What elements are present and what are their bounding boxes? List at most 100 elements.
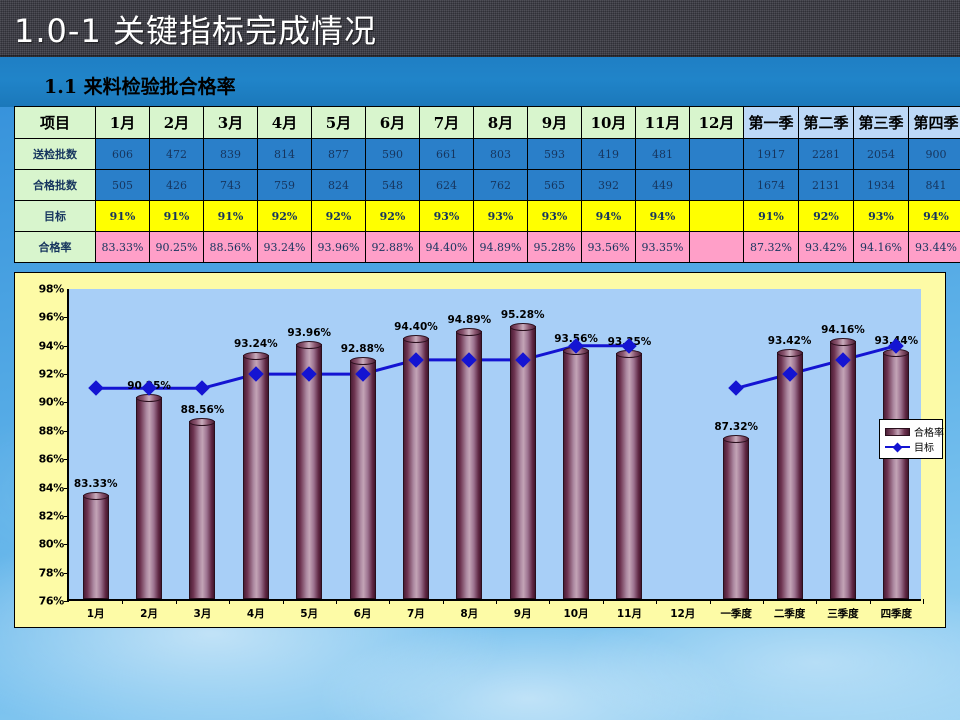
x-axis-tick-label: 2月 <box>140 608 158 620</box>
table-cell: 803 <box>473 138 528 170</box>
chart-bar <box>616 349 643 599</box>
table-column-header: 12月 <box>689 106 744 139</box>
x-axis-tick-mark <box>229 599 231 604</box>
title-bar: 1.0-1 关键指标完成情况 <box>0 0 960 57</box>
table-cell: 94% <box>908 200 960 232</box>
x-axis-tick-mark <box>816 599 818 604</box>
table-cell: 93.96% <box>311 231 366 263</box>
legend-label-line: 目标 <box>914 443 934 454</box>
x-axis-tick-label: 7月 <box>407 608 425 620</box>
table-cell: 91% <box>95 200 150 232</box>
table-corner-header: 项目 <box>14 106 96 139</box>
x-axis-tick-label: 一季度 <box>720 608 752 620</box>
table-row: 目标 91% 91% 91% 92% 92% 92% 93% 93% 93% 94% 94% 91% 92… <box>14 200 960 232</box>
x-axis-tick-mark <box>762 599 764 604</box>
bar-data-label: 88.56% <box>180 403 225 416</box>
table-column-header: 6月 <box>365 106 420 139</box>
legend-item-bar: 合格率 <box>885 424 944 439</box>
y-axis-tick-label: 78% <box>38 566 65 580</box>
table-cell <box>689 169 744 201</box>
table-cell: 93% <box>419 200 474 232</box>
table-cell: 1917 <box>743 138 799 170</box>
pass-rate-chart: 98% 96% 94% 92% 90% 88% 86% 84% 82% 80% 78% 76% 1月 2月… <box>14 272 946 628</box>
table-cell: 839 <box>203 138 258 170</box>
table-cell: 93.44% <box>908 231 960 263</box>
bar-data-label: 83.33% <box>73 478 118 491</box>
table-cell <box>689 138 744 170</box>
table-row-label: 合格批数 <box>14 169 96 201</box>
section-subtitle: 1.1 来料检验批合格率 <box>44 76 236 98</box>
target-line-segment <box>735 344 897 390</box>
x-axis-tick-mark <box>496 599 497 604</box>
x-axis-tick-label: 10月 <box>563 608 589 620</box>
x-axis-tick-label: 5月 <box>300 608 319 620</box>
legend-label-bar: 合格率 <box>914 428 944 439</box>
table-cell: 2281 <box>798 138 854 170</box>
x-axis-tick-label: 9月 <box>513 608 532 620</box>
table-row: 合格批数 505 426 743 759 824 548 624 762 565 392 449 167… <box>14 169 960 201</box>
x-axis-tick-mark <box>869 599 871 604</box>
chart-bar <box>723 435 750 599</box>
y-axis-tick-label: 94% <box>38 339 65 353</box>
table-column-header: 11月 <box>635 106 690 139</box>
bar-data-label: 92.88% <box>340 342 385 355</box>
bar-data-label: 93.24% <box>233 337 278 350</box>
y-axis-tick-mark <box>64 544 69 546</box>
y-axis-tick-label: 86% <box>38 452 65 466</box>
chart-bar <box>883 348 910 599</box>
chart-bar <box>136 393 163 599</box>
table-cell: 95.28% <box>527 231 582 263</box>
chart-bar <box>296 341 323 599</box>
table-cell: 419 <box>581 138 636 170</box>
bar-swatch-icon <box>885 427 910 436</box>
x-axis-tick-label: 四季度 <box>880 608 913 620</box>
table-cell: 900 <box>908 138 960 170</box>
x-axis-tick-label: 1月 <box>86 608 105 620</box>
table-cell: 472 <box>149 138 204 170</box>
bar-data-label: 94.40% <box>394 321 438 334</box>
table-column-header: 9月 <box>527 106 582 139</box>
table-cell: 93.35% <box>635 231 690 263</box>
page-title: 1.0-1 关键指标完成情况 <box>14 12 377 50</box>
bar-data-label: 87.32% <box>714 421 759 434</box>
table-column-header: 第三季 <box>853 106 909 139</box>
table-column-header: 7月 <box>419 106 474 139</box>
y-axis-tick-label: 96% <box>38 310 65 324</box>
table-column-header: 第二季 <box>798 106 854 139</box>
x-axis-tick-mark <box>175 599 177 604</box>
table-cell: 93% <box>473 200 528 232</box>
bar-data-label: 94.16% <box>821 324 865 337</box>
x-axis-tick-label: 8月 <box>460 608 479 620</box>
table-column-header: 10月 <box>581 106 636 139</box>
y-axis-tick-label: 90% <box>38 395 65 409</box>
table-cell <box>689 231 744 263</box>
chart-plot-area: 98% 96% 94% 92% 90% 88% 86% 84% 82% 80% 78% 76% 1月 2月… <box>39 283 924 620</box>
table-cell: 392 <box>581 169 636 201</box>
x-axis-tick-label: 3月 <box>193 608 212 620</box>
y-axis-tick-mark <box>64 317 69 319</box>
table-cell: 661 <box>419 138 474 170</box>
y-axis-tick-label: 92% <box>38 367 65 381</box>
table-cell: 92.88% <box>365 231 420 263</box>
table-cell: 92% <box>798 200 854 232</box>
table-cell: 91% <box>203 200 258 232</box>
table-cell: 92% <box>257 200 312 232</box>
table-cell: 92% <box>365 200 420 232</box>
y-axis-tick-mark <box>64 374 69 376</box>
table-cell: 92% <box>311 200 366 232</box>
table-column-header: 8月 <box>473 106 528 139</box>
y-axis-tick-label: 80% <box>38 537 65 551</box>
table-cell: 481 <box>635 138 690 170</box>
table-cell: 94.16% <box>853 231 909 263</box>
y-axis-tick-mark <box>64 572 69 574</box>
x-axis-tick-mark <box>122 599 124 604</box>
table-cell: 93.42% <box>798 231 854 263</box>
chart-bar <box>349 356 376 599</box>
table-cell: 1674 <box>743 169 799 201</box>
table-cell: 606 <box>95 138 150 170</box>
y-axis-tick-mark <box>64 345 69 347</box>
table-cell <box>689 200 744 232</box>
x-axis-tick-mark <box>602 599 604 604</box>
x-axis-tick-label: 二季度 <box>773 608 806 620</box>
table-row-label: 目标 <box>14 200 96 232</box>
